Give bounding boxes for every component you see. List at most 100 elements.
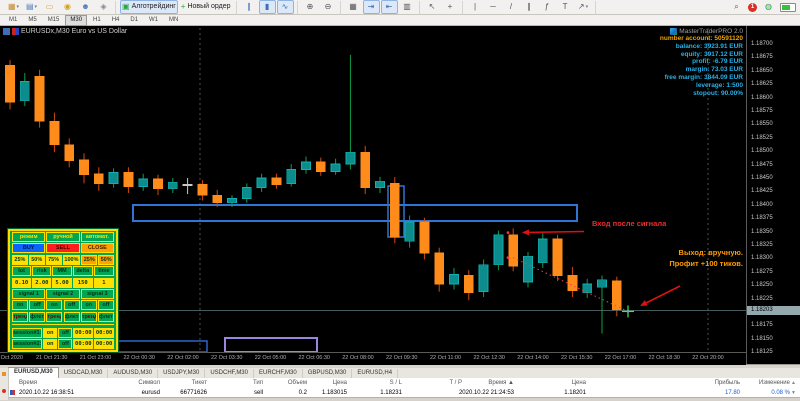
timeframe-MN[interactable]: MN (164, 15, 183, 26)
lot-100-button[interactable]: 100% (62, 254, 81, 265)
search-icon[interactable]: ⌕ (728, 0, 745, 14)
history-center-icon[interactable]: ◉ (59, 0, 76, 14)
session2-end-input[interactable]: 00:00 (94, 338, 114, 349)
new-chart-icon[interactable]: ▦ ▾ (5, 0, 22, 14)
col-profit-header[interactable]: Прибыль (600, 378, 740, 388)
candle (404, 221, 415, 242)
profiles-icon[interactable]: ▤ ▾ (23, 0, 40, 14)
col-volume-header[interactable]: Объем (262, 378, 307, 388)
session2-off-button[interactable]: off (58, 338, 73, 349)
notifications-icon[interactable]: 1 (748, 2, 757, 12)
timeframe-M1[interactable]: M1 (4, 15, 22, 26)
table-row[interactable]: 2020.10.22 16:38:51 eurusd 66771626 sell 0.2… (0, 388, 800, 397)
col-change-header[interactable]: Изменение (742, 378, 790, 388)
timeframe-H1[interactable]: H1 (88, 15, 106, 26)
channel-icon[interactable]: ∥ (521, 0, 538, 14)
signal3-trend-button[interactable]: тренд (80, 311, 97, 322)
chart-shift-icon[interactable]: ⇤ (380, 0, 398, 14)
tile-windows-icon[interactable]: ▦ (345, 0, 362, 14)
col-type-header[interactable]: Тип (210, 378, 263, 388)
horizontal-line-icon[interactable]: ─ (485, 0, 502, 14)
terminal-tab-GBPUSDM30[interactable]: GBPUSD,M30 (303, 369, 353, 378)
market-watch-icon[interactable]: ▭ (41, 0, 58, 14)
col-ticket-header[interactable]: Тикет (150, 378, 207, 388)
scroll-up-icon[interactable]: ▲ (791, 380, 796, 386)
algo-trading-button[interactable]: ▣ Алготрейдинг (120, 0, 178, 14)
signal2-on-button[interactable]: on (46, 300, 63, 311)
vertical-line-icon[interactable]: | (467, 0, 484, 14)
session2-start-input[interactable]: 00:00 (73, 338, 94, 349)
signal3-off-button[interactable]: off (97, 300, 114, 311)
close-25-button[interactable]: 25% (81, 254, 98, 265)
timeframe-M15[interactable]: M15 (43, 15, 65, 26)
time-axis[interactable]: 21 Oct 2020 21 Oct 21:30 21 Oct 23:00 22 Oc… (0, 352, 746, 365)
terminal-tab-USDJPYM30[interactable]: USDJPY,M30 (158, 369, 206, 378)
terminal-tab-USDCADM30[interactable]: USDCAD,M30 (59, 369, 109, 378)
col-sl-header[interactable]: S / L (357, 378, 402, 388)
signal1-on-button[interactable]: on (12, 300, 28, 311)
mm-input[interactable]: 5.00 (52, 277, 72, 288)
scroll-down-icon[interactable]: ▼ (791, 390, 796, 396)
signal3-flat-button[interactable]: флет (97, 311, 114, 322)
cursor-icon[interactable]: ↖ (424, 0, 441, 14)
terminal-tab-USDCHFM30[interactable]: USDCHF,M30 (205, 369, 254, 378)
community-icon[interactable]: ◍ (760, 0, 777, 14)
price-axis[interactable]: 1.18203 1.18700 1.18675 1.18650 1.18625 1.18… (746, 26, 800, 364)
col-close-price-header[interactable]: Цена (530, 378, 586, 388)
fibonacci-icon[interactable]: ƒ (539, 0, 556, 14)
new-order-button[interactable]: + Новый ордер (179, 0, 233, 14)
trendline-icon[interactable]: / (503, 0, 520, 14)
session1-start-input[interactable]: 00:00 (73, 327, 94, 338)
timeframe-D1[interactable]: D1 (125, 15, 143, 26)
terminal-tab-AUDUSDM30[interactable]: AUDUSD,M30 (108, 369, 159, 378)
signal1-trend-button[interactable]: тренд (12, 311, 28, 322)
session1-on-button[interactable]: on (43, 327, 58, 338)
close-button[interactable]: CLOSE (80, 243, 114, 254)
terminal-tab-EURUSDM30[interactable]: EURUSD,M30 (8, 367, 59, 378)
timeframe-W1[interactable]: W1 (144, 15, 163, 26)
timeframe-M5[interactable]: M5 (23, 15, 41, 26)
col-open-price-header[interactable]: Цена (302, 378, 347, 388)
mode-button[interactable]: режим (12, 232, 46, 242)
session1-end-input[interactable]: 00:00 (94, 327, 114, 338)
broadcast-icon[interactable]: ◈ (95, 0, 112, 14)
sell-button[interactable]: SELL (46, 243, 80, 254)
crosshair-icon[interactable]: + (442, 0, 459, 14)
navigator-icon[interactable]: ☻ (77, 0, 94, 14)
lot-50-button[interactable]: 50% (28, 254, 45, 265)
text-icon[interactable]: T (557, 0, 574, 14)
timeframe-H4[interactable]: H4 (107, 15, 125, 26)
signal1-flat-button[interactable]: флет (29, 311, 46, 322)
line-chart-icon[interactable]: ∿ (276, 0, 294, 14)
col-close-time-header[interactable]: Время ▲ (454, 378, 514, 388)
lot-75-button[interactable]: 75% (45, 254, 62, 265)
lot-25-button[interactable]: 25% (12, 254, 28, 265)
signal2-flat-button[interactable]: флет (63, 311, 80, 322)
signal1-off-button[interactable]: off (29, 300, 46, 311)
lot-input[interactable]: 0.10 (12, 277, 32, 288)
terminal-tab-EURCHFM30[interactable]: EURCHF,M30 (254, 369, 303, 378)
manual-button[interactable]: ручной (46, 232, 80, 242)
candles-icon[interactable]: ▮ (258, 0, 276, 14)
zoom-out-icon[interactable]: ⊖ (320, 0, 337, 14)
session-box-blue[interactable] (114, 340, 208, 353)
signal3-on-button[interactable]: on (80, 300, 97, 311)
timeframe-M30[interactable]: M30 (65, 14, 88, 26)
auto-button[interactable]: автомат. (80, 232, 114, 242)
signal2-trend-button[interactable]: тренд (46, 311, 63, 322)
signal2-off-button[interactable]: off (63, 300, 80, 311)
templates-icon[interactable]: ▥ (399, 0, 416, 14)
auto-scroll-icon[interactable]: ⇥ (362, 0, 380, 14)
close-50-button[interactable]: 50% (98, 254, 115, 265)
time-input[interactable]: 1 (93, 277, 114, 288)
session1-off-button[interactable]: off (58, 327, 73, 338)
session2-on-button[interactable]: on (43, 338, 58, 349)
buy-button[interactable]: BUY (12, 243, 46, 254)
risk-input[interactable]: 2.00 (32, 277, 52, 288)
terminal-tab-EURUSDH4[interactable]: EURUSD,H4 (352, 369, 399, 378)
bars-icon[interactable]: ∥ (241, 0, 258, 14)
arrows-icon[interactable]: ↗ ▾ (575, 0, 592, 14)
delta-input[interactable]: 150 (72, 277, 93, 288)
session-box-purple[interactable] (224, 337, 318, 353)
zoom-in-icon[interactable]: ⊕ (302, 0, 319, 14)
